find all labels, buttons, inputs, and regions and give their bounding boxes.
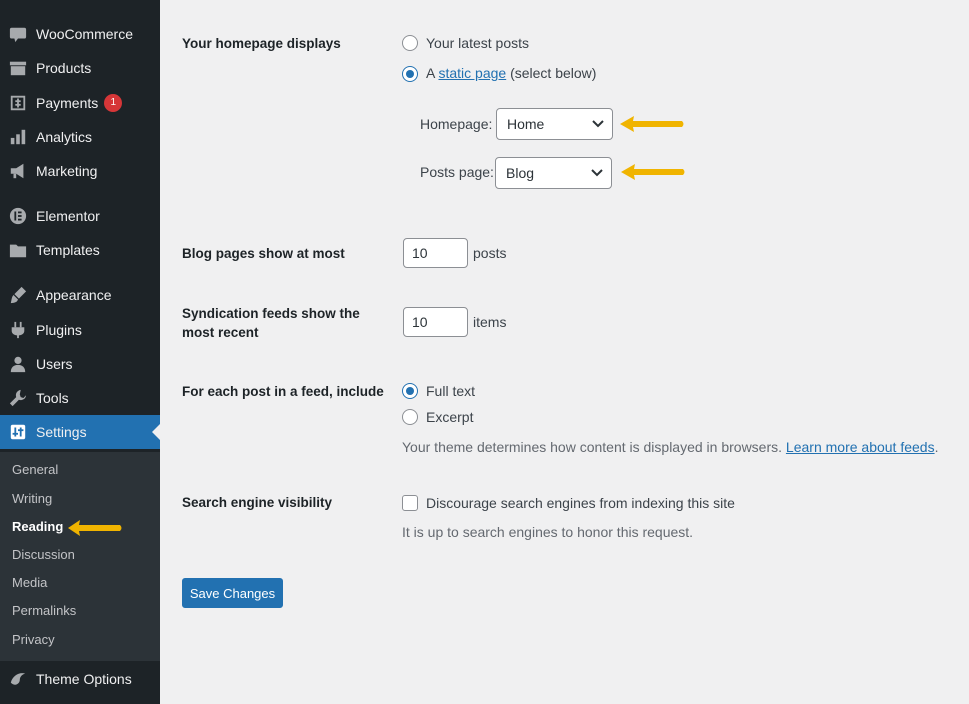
archive-icon [8, 58, 28, 78]
annotation-arrow-postspage [621, 164, 685, 180]
submenu-item-writing[interactable]: Writing [12, 489, 52, 509]
latest-posts-label: Your latest posts [426, 35, 529, 51]
full-text-label: Full text [426, 383, 476, 399]
settings-icon [8, 422, 28, 442]
sidebar-item-label: Plugins [36, 322, 82, 338]
theme-icon [8, 669, 28, 689]
postspage-select[interactable]: Blog [495, 157, 612, 189]
blog-pages-input[interactable]: 10 [403, 238, 468, 268]
user-icon [8, 354, 28, 374]
syndication-label: Syndication feeds show the most recent [182, 306, 360, 340]
sidebar-item-label: Marketing [36, 163, 98, 179]
chevron-down-icon [592, 120, 604, 128]
sidebar-item-marketing[interactable]: Marketing [0, 154, 160, 188]
bar-chart-icon [8, 127, 28, 147]
admin-sidebar: WooCommerce Products Payments 1 Analytic… [0, 0, 160, 704]
homepage-displays-label: Your homepage displays [182, 36, 341, 51]
folder-icon [8, 240, 28, 260]
sidebar-item-tools[interactable]: Tools [0, 381, 160, 415]
sidebar-item-label: Users [36, 356, 73, 372]
excerpt-label: Excerpt [426, 409, 474, 425]
static-page-link[interactable]: static page [438, 65, 506, 81]
submenu-item-permalinks[interactable]: Permalinks [12, 601, 76, 621]
sidebar-item-appearance[interactable]: Appearance [0, 278, 160, 312]
homepage-select-label: Homepage: [420, 116, 493, 132]
search-visibility-label: Search engine visibility [182, 495, 333, 510]
latest-posts-radio[interactable] [402, 35, 418, 51]
syndication-unit: items [473, 314, 507, 330]
learn-more-feeds-link[interactable]: Learn more about feeds [786, 439, 935, 455]
blog-pages-label: Blog pages show at most [182, 246, 345, 261]
annotation-arrow-homepage [620, 116, 684, 132]
elementor-icon [8, 206, 28, 226]
sidebar-item-label: Theme Options [36, 671, 132, 687]
annotation-arrow-reading [68, 520, 122, 536]
sidebar-item-users[interactable]: Users [0, 347, 160, 381]
syndication-input[interactable]: 10 [403, 307, 468, 337]
megaphone-icon [8, 161, 28, 181]
sidebar-item-elementor[interactable]: Elementor [0, 199, 160, 233]
blog-pages-unit: posts [473, 245, 507, 261]
search-visibility-description: It is up to search engines to honor this… [402, 524, 694, 540]
sidebar-item-label: Payments [36, 95, 99, 111]
dollar-icon [8, 93, 28, 113]
wrench-icon [8, 388, 28, 408]
sidebar-item-label: Products [36, 60, 92, 76]
submenu-item-media[interactable]: Media [12, 573, 47, 593]
woo-icon [8, 24, 28, 44]
feed-include-label: For each post in a feed, include [182, 384, 384, 399]
sidebar-item-label: Templates [36, 242, 100, 258]
postspage-select-label: Posts page: [420, 164, 494, 180]
static-page-label: A static page (select below) [426, 65, 597, 81]
sidebar-item-plugins[interactable]: Plugins [0, 313, 160, 347]
notification-badge: 1 [104, 94, 123, 112]
sidebar-item-products[interactable]: Products [0, 51, 160, 85]
sidebar-item-woocommerce[interactable]: WooCommerce [0, 17, 160, 51]
sidebar-item-label: Settings [36, 424, 87, 440]
submenu-item-discussion[interactable]: Discussion [12, 545, 75, 565]
plugin-icon [8, 320, 28, 340]
discourage-search-label: Discourage search engines from indexing … [426, 495, 735, 511]
discourage-search-checkbox[interactable] [402, 495, 418, 511]
sidebar-item-analytics[interactable]: Analytics [0, 120, 160, 154]
homepage-select[interactable]: Home [496, 108, 613, 140]
static-page-radio[interactable] [402, 66, 418, 82]
sidebar-item-label: WooCommerce [36, 26, 133, 42]
save-changes-button[interactable]: Save Changes [182, 578, 283, 608]
paintbrush-icon [8, 285, 28, 305]
chevron-down-icon [591, 169, 603, 177]
settings-submenu: General Writing Reading Discussion Media… [0, 452, 160, 661]
submenu-item-general[interactable]: General [12, 460, 58, 480]
submenu-item-privacy[interactable]: Privacy [12, 630, 55, 650]
sidebar-item-label: Elementor [36, 208, 100, 224]
full-text-radio[interactable] [402, 383, 418, 399]
sidebar-item-payments[interactable]: Payments 1 [0, 86, 160, 120]
feed-description: Your theme determines how content is dis… [402, 439, 939, 455]
submenu-item-reading[interactable]: Reading [12, 517, 63, 537]
sidebar-item-label: Analytics [36, 129, 93, 145]
sidebar-item-theme-options[interactable]: Theme Options [0, 662, 160, 696]
sidebar-item-label: Appearance [36, 287, 112, 303]
excerpt-radio[interactable] [402, 409, 418, 425]
sidebar-item-label: Tools [36, 390, 69, 406]
sidebar-item-templates[interactable]: Templates [0, 233, 160, 267]
sidebar-item-settings[interactable]: Settings [0, 415, 160, 449]
